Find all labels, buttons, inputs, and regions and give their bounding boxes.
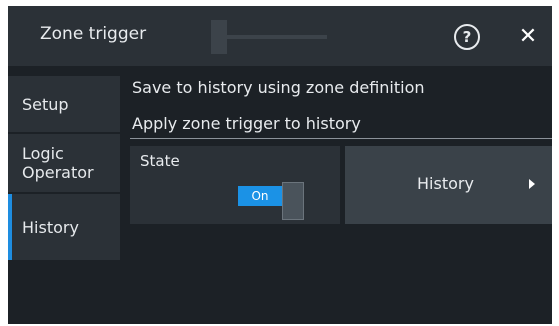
sidebar-item-history[interactable]: History [8,194,120,260]
separator [130,138,552,139]
drag-handle[interactable] [211,20,227,54]
sidebar-item-label: Setup [22,94,69,114]
sidebar-item-label: Logic Operator [22,144,94,182]
zone-trigger-dialog: Zone trigger ? ✕ Setup Logic Operator Hi… [8,6,552,324]
save-to-history-text: Save to history using zone definition [132,78,425,97]
chevron-right-icon [529,179,535,189]
toggle-knob[interactable] [282,182,304,220]
apply-zone-trigger-text: Apply zone trigger to history [132,114,361,133]
state-label: State [140,152,180,170]
content-panel: Save to history using zone definition Ap… [120,66,552,324]
sidebar: Setup Logic Operator History [8,66,120,324]
history-button-label: History [417,174,474,193]
sidebar-item-setup[interactable]: Setup [8,76,120,132]
history-button[interactable]: History [345,146,552,224]
close-icon[interactable]: ✕ [516,22,540,50]
help-icon[interactable]: ? [454,24,480,50]
sidebar-item-logic-operator[interactable]: Logic Operator [8,134,120,192]
title-bar[interactable]: Zone trigger ? ✕ [8,6,552,66]
dialog-title: Zone trigger [40,24,147,44]
sidebar-item-label: History [22,217,79,237]
state-control: State On [130,146,340,224]
state-toggle[interactable]: On [238,182,306,220]
drag-track [227,35,327,39]
toggle-on-label: On [238,186,282,206]
